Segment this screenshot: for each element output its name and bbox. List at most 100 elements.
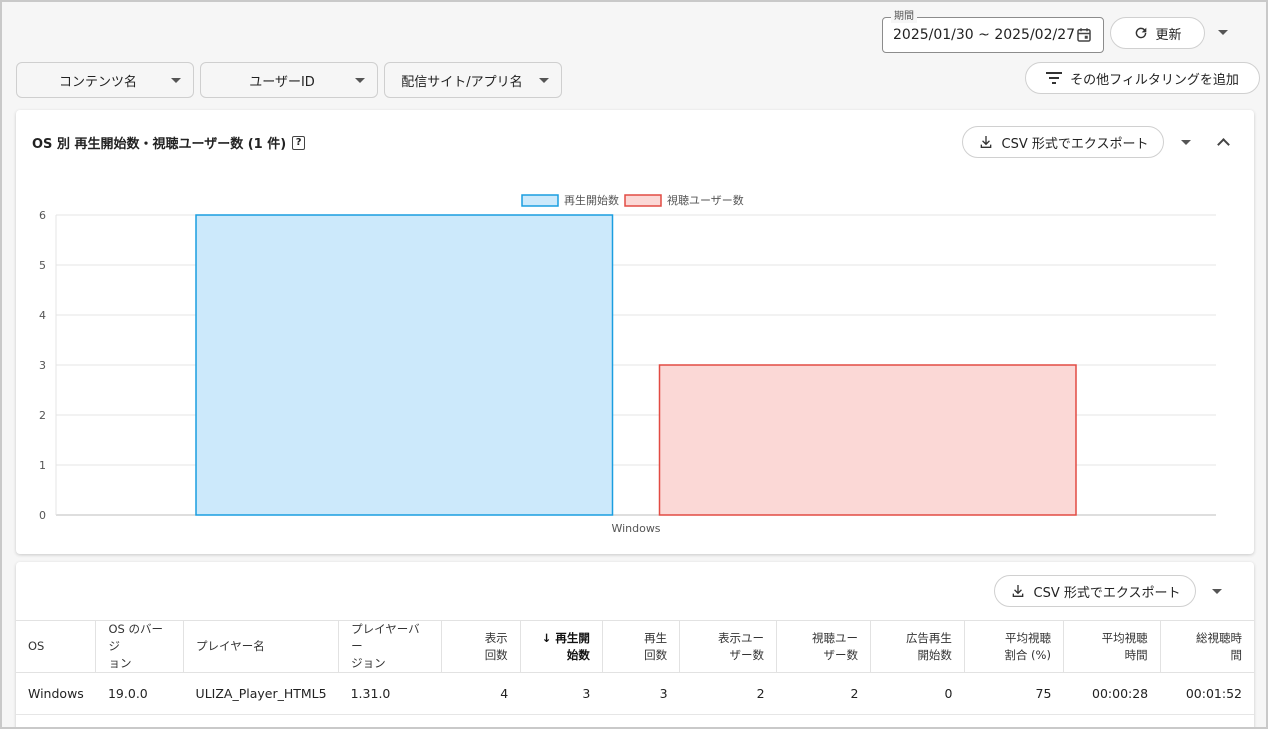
column-header[interactable]: 表示 回数: [441, 620, 521, 673]
column-header-label: ジョン: [351, 656, 386, 670]
add-filter-button[interactable]: その他フィルタリングを追加: [1025, 62, 1260, 94]
table-cell: 0: [870, 672, 965, 715]
column-header-label: プレイヤー名: [196, 639, 265, 653]
os-bar-chart: 0 1 2 3 4 5 6 Windows 再生開始数 視聴ユーザー数: [39, 193, 1216, 535]
column-header[interactable]: 再生 回数: [602, 620, 681, 673]
column-header-label: 間: [1230, 647, 1243, 662]
table-cell: 7: [679, 714, 777, 727]
column-header[interactable]: 表示ユーザー数: [679, 620, 778, 673]
y-tick-label: 4: [39, 309, 46, 322]
column-header-label: 開始数: [917, 647, 952, 662]
refresh-button[interactable]: 更新: [1110, 17, 1205, 49]
filter-user-id-label: ユーザーID: [249, 74, 315, 90]
chart-card: OS 別 再生開始数・視聴ユーザー数 (1 件) ? CSV 形式でエクスポート…: [16, 110, 1254, 554]
table-cell: 8: [964, 714, 1064, 727]
column-header-label: ザー数: [729, 647, 765, 662]
bar-viewers: [658, 364, 1077, 516]
sort-arrow-down-icon: ↓: [541, 630, 556, 645]
column-header-label: 回数: [484, 647, 508, 662]
column-header-label: ザー数: [823, 647, 858, 662]
table-cell: 3: [602, 672, 680, 715]
column-header-label: 割合 (%): [1004, 647, 1051, 662]
filter-site-app[interactable]: 配信サイト/アプリ名: [384, 62, 562, 98]
column-header-label: 再生: [644, 630, 668, 645]
table-cell: 00:00:21: [1160, 714, 1254, 727]
table-cell: 19.0.0: [95, 672, 184, 715]
app-frame: 期間 2025/01/30 ~ 2025/02/27 更新 コンテンツ名 ユーザ…: [2, 2, 1266, 727]
y-tick-label: 5: [39, 259, 46, 272]
table-export-label: CSV 形式でエクスポート: [1033, 585, 1181, 601]
y-tick-label: 6: [39, 209, 46, 222]
column-header-label: OS のバージ: [108, 622, 163, 653]
y-tick-label: 0: [39, 509, 46, 522]
table-cell: 00:00:01: [1063, 714, 1161, 727]
period-value[interactable]: 2025/01/30 ~ 2025/02/27: [893, 27, 1075, 43]
chevron-down-icon: [539, 78, 549, 83]
refresh-icon: [1136, 27, 1147, 39]
table-cell: 75: [964, 672, 1064, 715]
table-cell: 0: [870, 714, 965, 727]
table-cell: ULIZA_Player_HTML5: [183, 672, 339, 715]
column-header-label: 再生開: [555, 630, 590, 645]
calendar-icon[interactable]: [1075, 26, 1093, 44]
column-header-label: 始数: [566, 647, 590, 662]
column-header-label: 広告再生: [905, 630, 952, 645]
period-picker[interactable]: 期間 2025/01/30 ~ 2025/02/27: [882, 11, 1104, 53]
table-cell: 2: [776, 714, 871, 727]
period-label: 期間: [891, 11, 917, 23]
column-header-label: OS: [28, 639, 45, 653]
table-cell: 00:01:52: [1160, 672, 1254, 715]
column-header[interactable]: 視聴ユーザー数: [776, 620, 871, 673]
download-icon: [1012, 585, 1023, 597]
filter-site-app-label: 配信サイト/アプリ名: [401, 74, 523, 90]
column-header[interactable]: 平均視聴割合 (%): [964, 620, 1064, 673]
table-header-row: OS OS のバージ ョン プレイヤー名 プレイヤーバー ジョン 表示 回数 ↓ 再生開 始数 再生…: [16, 620, 1254, 673]
filter-icon: [1046, 72, 1063, 84]
table-cell: 1.30.2: [338, 714, 442, 727]
column-header[interactable]: プレイヤーバー ジョン: [338, 620, 443, 673]
column-header[interactable]: OS のバージョン: [95, 620, 185, 673]
column-header[interactable]: OS: [16, 620, 97, 673]
table-cell: 3: [520, 672, 603, 715]
table-cell: 18: [441, 714, 521, 727]
filter-content-name[interactable]: コンテンツ名: [16, 62, 194, 98]
table-cell: 2: [776, 672, 871, 715]
column-header-label: 表示ユー: [718, 630, 765, 645]
y-tick-label: 2: [39, 409, 46, 422]
legend-label: 再生開始数: [564, 193, 619, 207]
y-tick-label: 1: [39, 459, 46, 472]
column-header-label: 回数: [644, 647, 668, 662]
chevron-down-icon: [171, 78, 181, 83]
column-header-label: 視聴ユー: [811, 630, 858, 645]
legend-swatch: [624, 194, 662, 207]
table-cell: 00:00:28: [1063, 672, 1161, 715]
table-cell: 3: [602, 714, 680, 727]
filter-user-id[interactable]: ユーザーID: [200, 62, 378, 98]
column-header-label: 総視聴時: [1196, 630, 1242, 645]
column-header-label: 平均視聴: [1004, 630, 1051, 645]
table-export-options-caret-icon[interactable]: [1212, 589, 1222, 594]
table-export-csv-button[interactable]: CSV 形式でエクスポート: [994, 575, 1196, 607]
legend-swatch: [521, 194, 559, 207]
column-header[interactable]: 総視聴時間: [1160, 620, 1254, 673]
table-row[interactable]: Windows19.0.0ULIZA_Player_HTML51.30.2183…: [16, 714, 1254, 727]
column-header-label: 表示: [484, 630, 508, 645]
refresh-options-caret-icon[interactable]: [1218, 30, 1228, 35]
column-header-label: ョン: [108, 656, 132, 670]
table-cell: ULIZA_Player_HTML5: [183, 714, 339, 727]
column-header[interactable]: ↓ 再生開始数: [520, 620, 603, 673]
table-row[interactable]: Windows 19.0.0 ULIZA_Player_HTML5 1.31.0 4 3 3…: [16, 672, 1254, 715]
filter-content-name-label: コンテンツ名: [58, 74, 137, 90]
column-header[interactable]: 平均視聴 時間: [1063, 620, 1161, 673]
os-table: OS OS のバージ ョン プレイヤー名 プレイヤーバー ジョン 表示 回数 ↓ 再生開 始数 再生…: [16, 620, 1254, 727]
column-header[interactable]: 広告再生開始数: [870, 620, 965, 673]
column-header[interactable]: プレイヤー名: [183, 620, 340, 673]
bar-play-starts: [195, 214, 614, 516]
table-cell: 1.31.0: [338, 672, 442, 715]
chevron-down-icon: [355, 78, 365, 83]
y-tick-label: 3: [39, 359, 46, 372]
column-header-label: 時間: [1124, 647, 1148, 662]
table-cell: 2: [679, 672, 777, 715]
refresh-label: 更新: [1155, 27, 1182, 43]
table-cell: Windows: [16, 714, 96, 727]
